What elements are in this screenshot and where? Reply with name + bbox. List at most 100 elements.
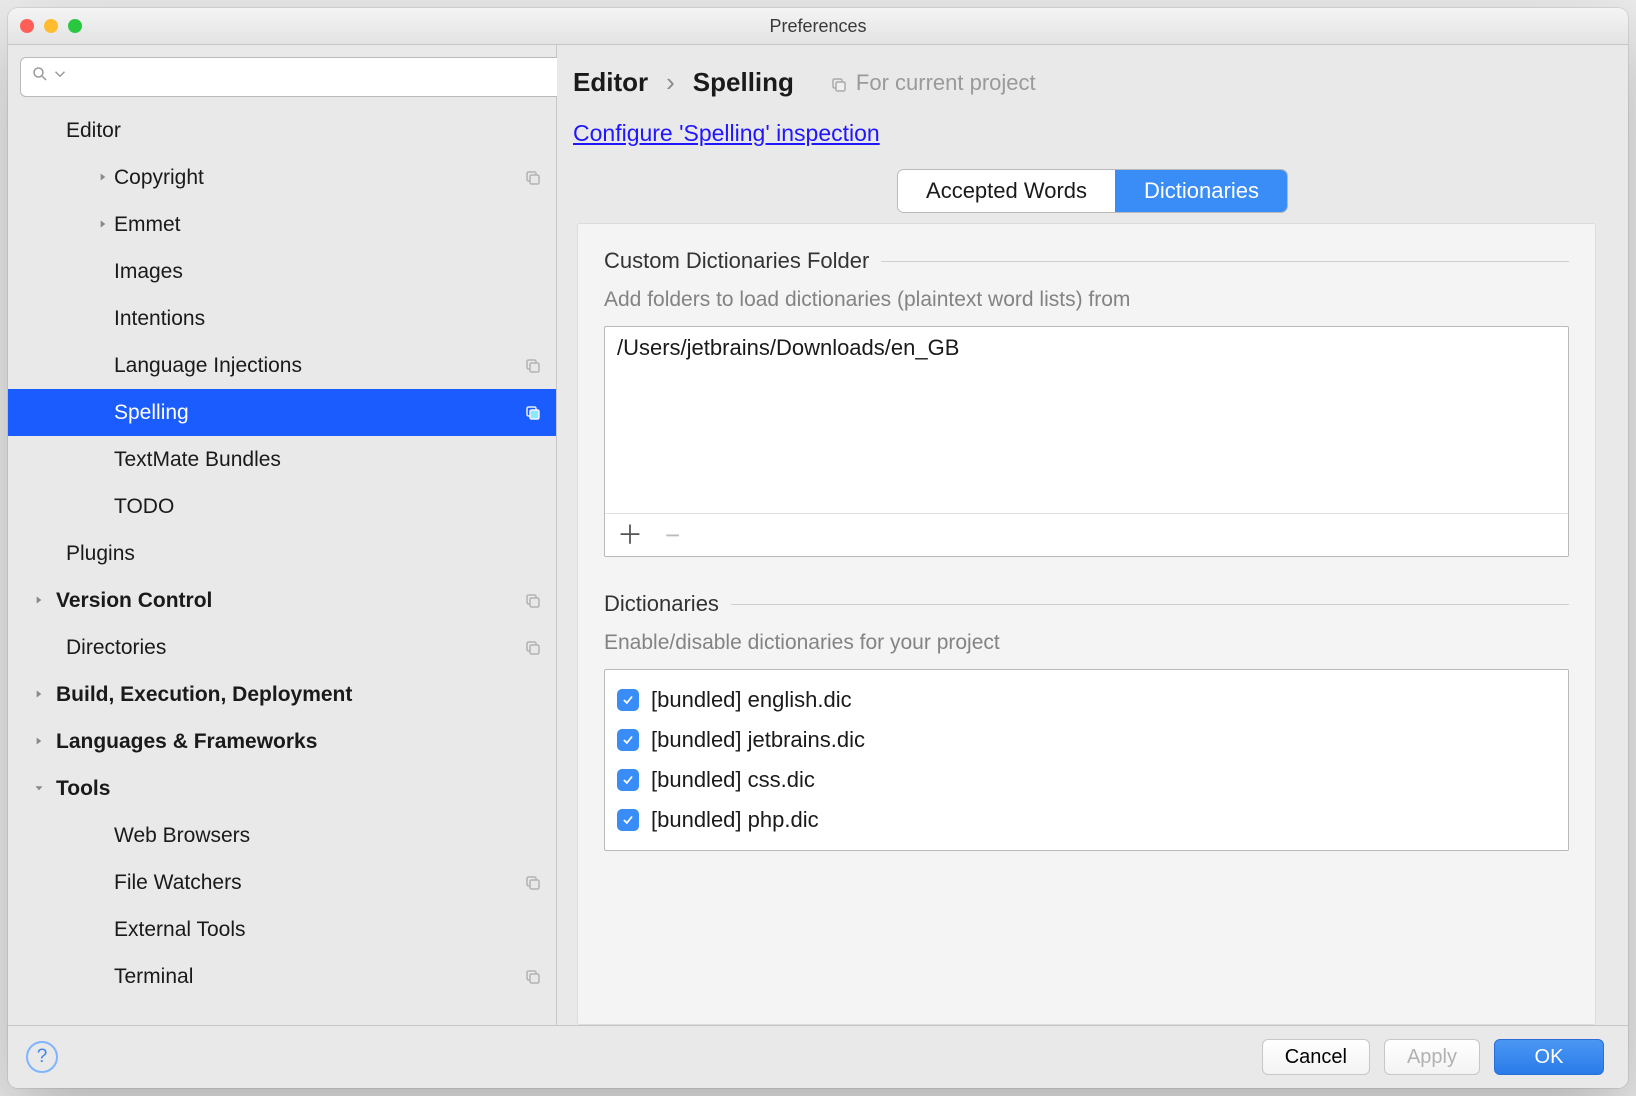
- tree-label: TextMate Bundles: [114, 448, 542, 472]
- section-subtitle: Enable/disable dictionaries for your pro…: [604, 631, 1569, 655]
- project-scope-icon: [524, 639, 542, 657]
- chevron-right-icon: [96, 213, 114, 237]
- dialog-footer: ? Cancel Apply OK: [8, 1025, 1628, 1088]
- settings-content: Editor › Spelling For current project Co…: [557, 45, 1628, 1025]
- tree-label: Languages & Frameworks: [56, 730, 542, 754]
- list-item[interactable]: /Users/jetbrains/Downloads/en_GB: [605, 327, 1568, 369]
- tab-bar: Accepted Words Dictionaries: [557, 169, 1628, 213]
- project-scope-icon: [524, 404, 542, 422]
- tree-label: Language Injections: [114, 354, 524, 378]
- remove-button[interactable]: −: [665, 522, 680, 548]
- dictionaries-panel: Custom Dictionaries Folder Add folders t…: [577, 223, 1596, 1025]
- dictionary-label: [bundled] english.dic: [651, 687, 852, 713]
- zoom-icon[interactable]: [68, 19, 82, 33]
- tree-item-external-tools[interactable]: External Tools: [8, 906, 556, 953]
- section-title: Dictionaries: [604, 591, 719, 617]
- tree-label: Editor: [66, 119, 542, 143]
- project-scope-icon: [524, 874, 542, 892]
- tree-label: TODO: [114, 495, 542, 519]
- dictionary-label: [bundled] css.dic: [651, 767, 815, 793]
- window-traffic-lights: [20, 19, 82, 33]
- settings-tree[interactable]: Editor Copyright Emmet: [8, 105, 556, 1025]
- tree-item-language-injections[interactable]: Language Injections: [8, 342, 556, 389]
- tree-item-todo[interactable]: TODO: [8, 483, 556, 530]
- checkbox[interactable]: [617, 809, 639, 831]
- checkbox[interactable]: [617, 729, 639, 751]
- add-button[interactable]: ＋: [617, 522, 643, 548]
- close-icon[interactable]: [20, 19, 34, 33]
- apply-button[interactable]: Apply: [1384, 1039, 1480, 1075]
- checkbox[interactable]: [617, 769, 639, 791]
- tab-dictionaries[interactable]: Dictionaries: [1115, 170, 1287, 212]
- project-scope-text: For current project: [856, 70, 1036, 96]
- tree-label: Tools: [56, 777, 542, 801]
- tree-item-editor[interactable]: Editor: [8, 107, 556, 154]
- project-scope-icon: [524, 592, 542, 610]
- tree-item-images[interactable]: Images: [8, 248, 556, 295]
- breadcrumb-item: Spelling: [693, 67, 794, 98]
- dictionary-row[interactable]: [bundled] css.dic: [617, 760, 1556, 800]
- window-title: Preferences: [8, 16, 1628, 37]
- tree-item-terminal[interactable]: Terminal: [8, 953, 556, 1000]
- tree-label: Copyright: [114, 166, 524, 190]
- tree-item-version-control[interactable]: Version Control: [8, 577, 556, 624]
- tab-accepted-words[interactable]: Accepted Words: [898, 170, 1115, 212]
- tree-label: Intentions: [114, 307, 542, 331]
- tree-label: Web Browsers: [114, 824, 542, 848]
- section-subtitle: Add folders to load dictionaries (plaint…: [604, 288, 1569, 312]
- ok-button[interactable]: OK: [1494, 1039, 1604, 1075]
- tree-item-emmet[interactable]: Emmet: [8, 201, 556, 248]
- tree-label: Spelling: [114, 401, 524, 425]
- tree-item-directories[interactable]: Directories: [8, 624, 556, 671]
- dictionary-row[interactable]: [bundled] jetbrains.dic: [617, 720, 1556, 760]
- tree-item-tools[interactable]: Tools: [8, 765, 556, 812]
- configure-inspection-link[interactable]: Configure 'Spelling' inspection: [573, 120, 880, 146]
- search-input[interactable]: [20, 57, 566, 97]
- help-button[interactable]: ?: [26, 1041, 58, 1073]
- tree-item-languages-frameworks[interactable]: Languages & Frameworks: [8, 718, 556, 765]
- tree-item-file-watchers[interactable]: File Watchers: [8, 859, 556, 906]
- preferences-window: Preferences Editor: [8, 8, 1628, 1088]
- project-scope-icon: [524, 357, 542, 375]
- chevron-right-icon: [32, 589, 50, 613]
- chevron-right-icon: [32, 730, 50, 754]
- tree-item-build-execution-deployment[interactable]: Build, Execution, Deployment: [8, 671, 556, 718]
- breadcrumb-item[interactable]: Editor: [573, 67, 648, 98]
- divider: [881, 261, 1569, 262]
- breadcrumb: Editor › Spelling For current project: [557, 45, 1628, 98]
- tree-label: File Watchers: [114, 871, 524, 895]
- custom-folders-list[interactable]: /Users/jetbrains/Downloads/en_GB ＋ −: [604, 326, 1569, 557]
- tree-label: External Tools: [114, 918, 542, 942]
- chevron-right-icon: [32, 683, 50, 707]
- tree-label: Terminal: [114, 965, 524, 989]
- chevron-down-icon: [32, 777, 50, 801]
- custom-dictionaries-section: Custom Dictionaries Folder Add folders t…: [604, 248, 1569, 557]
- cancel-button[interactable]: Cancel: [1262, 1039, 1370, 1075]
- dictionary-list[interactable]: [bundled] english.dic [bundled] jetbrains…: [604, 669, 1569, 851]
- settings-sidebar: Editor Copyright Emmet: [8, 45, 557, 1025]
- checkbox[interactable]: [617, 689, 639, 711]
- tree-label: Directories: [66, 636, 524, 660]
- divider: [731, 604, 1569, 605]
- tree-item-plugins[interactable]: Plugins: [8, 530, 556, 577]
- tree-item-textmate[interactable]: TextMate Bundles: [8, 436, 556, 483]
- dictionary-row[interactable]: [bundled] php.dic: [617, 800, 1556, 840]
- tree-label: Version Control: [56, 589, 524, 613]
- section-title: Custom Dictionaries Folder: [604, 248, 869, 274]
- dictionary-label: [bundled] php.dic: [651, 807, 819, 833]
- tree-label: Build, Execution, Deployment: [56, 683, 542, 707]
- project-scope-icon: [524, 968, 542, 986]
- tree-label: Emmet: [114, 213, 542, 237]
- minimize-icon[interactable]: [44, 19, 58, 33]
- project-scope-label: For current project: [830, 70, 1036, 96]
- tree-item-spelling[interactable]: Spelling: [8, 389, 556, 436]
- window-titlebar: Preferences: [8, 8, 1628, 45]
- tree-item-web-browsers[interactable]: Web Browsers: [8, 812, 556, 859]
- project-scope-icon: [830, 74, 848, 92]
- tree-label: Images: [114, 260, 542, 284]
- project-scope-icon: [524, 169, 542, 187]
- dictionary-row[interactable]: [bundled] english.dic: [617, 680, 1556, 720]
- tree-item-copyright[interactable]: Copyright: [8, 154, 556, 201]
- search-icon: [31, 65, 49, 89]
- tree-item-intentions[interactable]: Intentions: [8, 295, 556, 342]
